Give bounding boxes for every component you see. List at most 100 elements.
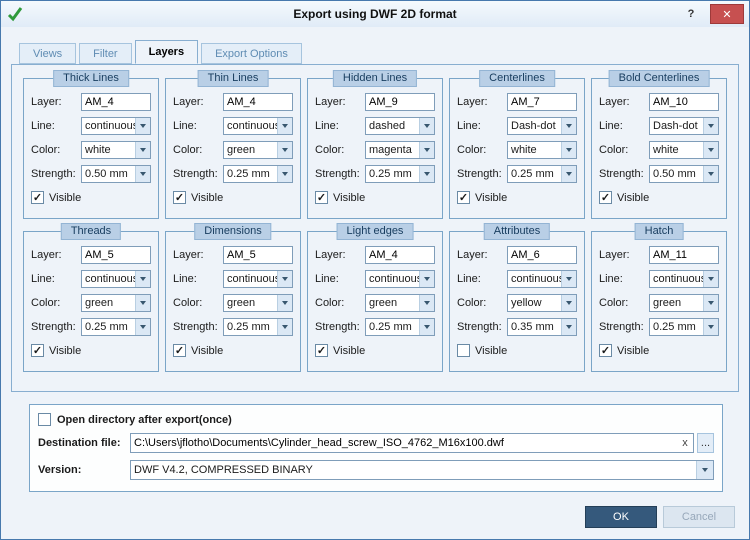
color-select[interactable]: white — [81, 141, 151, 159]
chevron-down-icon[interactable] — [277, 271, 292, 287]
layer-input[interactable] — [365, 93, 435, 111]
chevron-down-icon[interactable] — [561, 166, 576, 182]
visible-checkbox[interactable] — [31, 191, 44, 204]
color-select[interactable]: green — [649, 294, 719, 312]
chevron-down-icon[interactable] — [561, 271, 576, 287]
strength-select[interactable]: 0.25 mm — [223, 318, 293, 336]
chevron-down-icon[interactable] — [561, 118, 576, 134]
chevron-down-icon[interactable] — [419, 118, 434, 134]
chevron-down-icon[interactable] — [277, 319, 292, 335]
color-select[interactable]: magenta — [365, 141, 435, 159]
layer-input[interactable] — [365, 246, 435, 264]
group-title: Centerlines — [479, 70, 555, 87]
chevron-down-icon[interactable] — [135, 118, 150, 134]
visible-label: Visible — [617, 344, 650, 357]
chevron-down-icon[interactable] — [419, 271, 434, 287]
line-select[interactable]: continuous — [223, 117, 293, 135]
chevron-down-icon[interactable] — [703, 319, 718, 335]
destination-file-input[interactable] — [131, 434, 677, 452]
chevron-down-icon[interactable] — [277, 166, 292, 182]
chevron-down-icon[interactable] — [135, 319, 150, 335]
layer-input[interactable] — [223, 246, 293, 264]
browse-button[interactable]: ... — [697, 433, 714, 453]
chevron-down-icon[interactable] — [135, 142, 150, 158]
layer-input[interactable] — [507, 93, 577, 111]
strength-label: Strength: — [173, 321, 218, 333]
line-select[interactable]: Dash-dot — [649, 117, 719, 135]
strength-select[interactable]: 0.25 mm — [223, 165, 293, 183]
color-select[interactable]: white — [507, 141, 577, 159]
visible-checkbox[interactable] — [599, 191, 612, 204]
chevron-down-icon[interactable] — [703, 271, 718, 287]
layer-input[interactable] — [649, 246, 719, 264]
layer-input[interactable] — [81, 246, 151, 264]
color-select[interactable]: white — [649, 141, 719, 159]
strength-select[interactable]: 0.50 mm — [649, 165, 719, 183]
chevron-down-icon[interactable] — [703, 142, 718, 158]
chevron-down-icon[interactable] — [703, 295, 718, 311]
strength-label: Strength: — [173, 168, 218, 180]
chevron-down-icon[interactable] — [419, 319, 434, 335]
visible-checkbox[interactable] — [457, 344, 470, 357]
cancel-button[interactable]: Cancel — [663, 506, 735, 528]
chevron-down-icon[interactable] — [703, 118, 718, 134]
visible-checkbox[interactable] — [315, 191, 328, 204]
visible-checkbox[interactable] — [457, 191, 470, 204]
chevron-down-icon[interactable] — [419, 166, 434, 182]
tab-views[interactable]: Views — [19, 43, 77, 64]
chevron-down-icon[interactable] — [419, 295, 434, 311]
clear-icon[interactable]: x — [677, 437, 693, 449]
strength-select[interactable]: 0.25 mm — [649, 318, 719, 336]
line-select[interactable]: continuous — [81, 117, 151, 135]
tab-export-options[interactable]: Export Options — [201, 43, 302, 64]
chevron-down-icon[interactable] — [277, 142, 292, 158]
close-button[interactable]: ✕ — [710, 4, 744, 24]
help-button[interactable]: ? — [679, 4, 703, 24]
layer-input[interactable] — [223, 93, 293, 111]
color-select[interactable]: green — [81, 294, 151, 312]
color-select[interactable]: green — [223, 141, 293, 159]
chevron-down-icon[interactable] — [561, 319, 576, 335]
color-select[interactable]: green — [365, 294, 435, 312]
visible-label: Visible — [617, 191, 650, 204]
open-directory-checkbox[interactable] — [38, 413, 51, 426]
strength-select[interactable]: 0.25 mm — [365, 165, 435, 183]
layer-input[interactable] — [507, 246, 577, 264]
chevron-down-icon[interactable] — [135, 295, 150, 311]
visible-checkbox[interactable] — [173, 191, 186, 204]
line-select[interactable]: continuous — [223, 270, 293, 288]
visible-checkbox[interactable] — [31, 344, 44, 357]
ok-button[interactable]: OK — [585, 506, 657, 528]
strength-select[interactable]: 0.50 mm — [81, 165, 151, 183]
line-select[interactable]: continuous — [507, 270, 577, 288]
group-hidden-lines: Hidden Lines Layer: Line: dashed Color: … — [307, 70, 443, 219]
chevron-down-icon[interactable] — [277, 118, 292, 134]
tab-layers[interactable]: Layers — [134, 40, 199, 64]
line-select[interactable]: dashed — [365, 117, 435, 135]
visible-checkbox[interactable] — [599, 344, 612, 357]
chevron-down-icon[interactable] — [703, 166, 718, 182]
color-select[interactable]: green — [223, 294, 293, 312]
chevron-down-icon[interactable] — [561, 142, 576, 158]
strength-select[interactable]: 0.25 mm — [507, 165, 577, 183]
strength-select[interactable]: 0.25 mm — [365, 318, 435, 336]
line-select[interactable]: continuous — [649, 270, 719, 288]
visible-checkbox[interactable] — [315, 344, 328, 357]
line-select[interactable]: continuous — [81, 270, 151, 288]
tab-filter[interactable]: Filter — [79, 43, 132, 64]
version-select[interactable]: DWF V4.2, COMPRESSED BINARY — [130, 460, 714, 480]
layer-input[interactable] — [81, 93, 151, 111]
line-select[interactable]: Dash-dot — [507, 117, 577, 135]
chevron-down-icon[interactable] — [561, 295, 576, 311]
chevron-down-icon[interactable] — [135, 166, 150, 182]
chevron-down-icon[interactable] — [135, 271, 150, 287]
strength-select[interactable]: 0.35 mm — [507, 318, 577, 336]
visible-checkbox[interactable] — [173, 344, 186, 357]
strength-select[interactable]: 0.25 mm — [81, 318, 151, 336]
chevron-down-icon[interactable] — [696, 461, 713, 479]
layer-input[interactable] — [649, 93, 719, 111]
color-select[interactable]: yellow — [507, 294, 577, 312]
chevron-down-icon[interactable] — [419, 142, 434, 158]
chevron-down-icon[interactable] — [277, 295, 292, 311]
line-select[interactable]: continuous — [365, 270, 435, 288]
